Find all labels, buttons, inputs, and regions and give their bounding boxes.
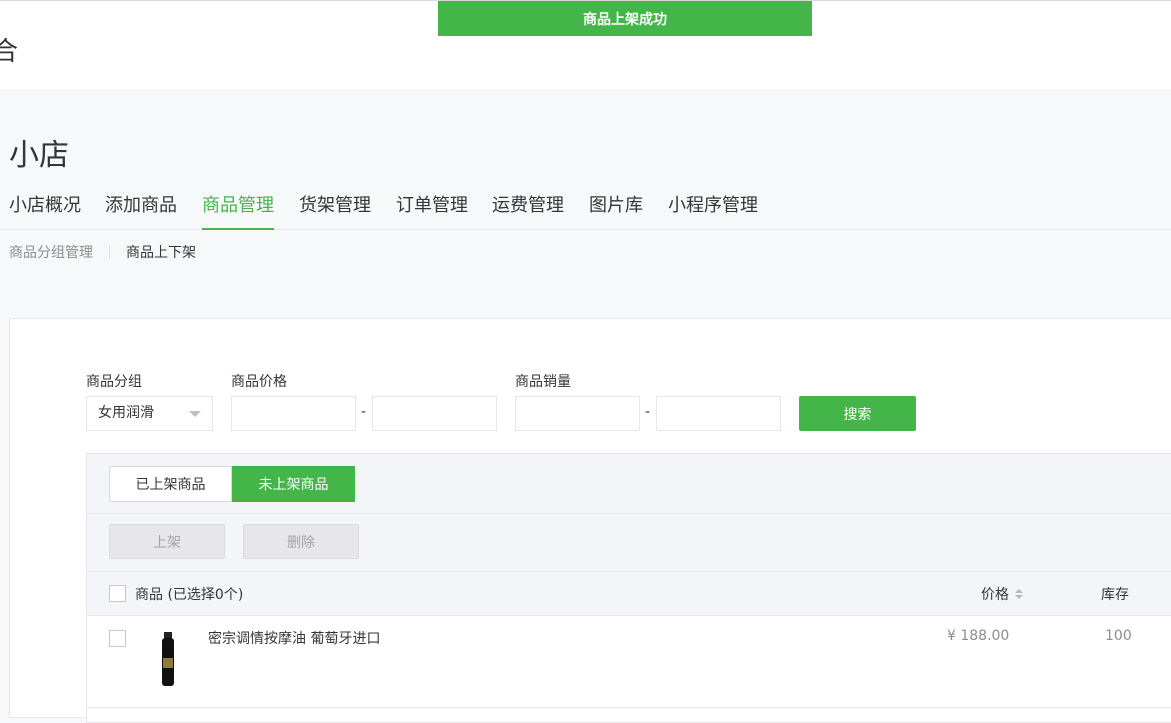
- product-thumbnail-image: [162, 632, 174, 686]
- tab-order-management[interactable]: 订单管理: [396, 190, 468, 230]
- tab-shipping-management[interactable]: 运费管理: [492, 190, 564, 230]
- tab-shelf-management[interactable]: 货架管理: [299, 190, 371, 230]
- tab-add-product[interactable]: 添加商品: [105, 190, 177, 230]
- product-price: ¥ 188.00: [947, 628, 1010, 644]
- price-max-input[interactable]: [372, 396, 497, 431]
- sales-filter-label: 商品销量: [515, 374, 571, 390]
- price-min-input[interactable]: [231, 396, 356, 431]
- list-button[interactable]: 上架: [109, 524, 225, 559]
- table-row: 密宗调情按摩油 葡萄牙进口 ¥ 188.00 100: [87, 616, 1171, 708]
- bulk-action-bar: 上架 删除: [87, 514, 1171, 572]
- page-title: 小店: [9, 138, 69, 173]
- delete-button[interactable]: 删除: [243, 524, 359, 559]
- sales-min-input[interactable]: [515, 396, 640, 431]
- group-select-value: 女用润滑: [98, 405, 154, 421]
- tab-mini-program-management[interactable]: 小程序管理: [668, 190, 758, 230]
- sales-range-separator: -: [645, 404, 651, 420]
- price-range-separator: -: [361, 404, 367, 420]
- tab-product-management[interactable]: 商品管理: [202, 190, 274, 230]
- unlisted-products-tab[interactable]: 未上架商品: [232, 466, 355, 502]
- group-select[interactable]: 女用润滑: [86, 396, 213, 431]
- subnav-divider: [109, 245, 110, 259]
- select-all-checkbox[interactable]: [109, 585, 126, 602]
- product-column-header: 商品 (已选择0个): [135, 587, 244, 603]
- product-table-area: 已上架商品 未上架商品 上架 删除 商品 (已选择0个) 价格 库存 密宗调情按…: [86, 453, 1171, 723]
- sub-nav: 商品分组管理 商品上下架: [9, 242, 196, 262]
- subnav-listing[interactable]: 商品上下架: [126, 242, 196, 262]
- tab-shop-overview[interactable]: 小店概况: [9, 190, 81, 230]
- price-filter-label: 商品价格: [231, 374, 287, 390]
- sort-icon: [1015, 589, 1023, 599]
- main-tab-bar: 小店概况 添加商品 商品管理 货架管理 订单管理 运费管理 图片库 小程序管理: [0, 190, 1171, 230]
- product-name[interactable]: 密宗调情按摩油 葡萄牙进口: [208, 628, 380, 648]
- header-fragment: 合: [0, 37, 19, 67]
- price-column-header: 价格: [981, 587, 1009, 603]
- subnav-product-groups[interactable]: 商品分组管理: [9, 242, 93, 262]
- table-header: 商品 (已选择0个) 价格 库存: [87, 572, 1171, 616]
- chevron-down-icon: [189, 411, 201, 417]
- price-sort-header[interactable]: 价格: [981, 584, 1023, 604]
- group-filter-label: 商品分组: [86, 374, 142, 390]
- success-toast: 商品上架成功: [438, 1, 812, 36]
- row-checkbox[interactable]: [109, 630, 126, 647]
- product-stock: 100: [1105, 628, 1132, 644]
- stock-column-header: 库存: [1101, 587, 1129, 603]
- sales-max-input[interactable]: [656, 396, 781, 431]
- listed-products-tab[interactable]: 已上架商品: [109, 466, 232, 502]
- tab-image-library[interactable]: 图片库: [589, 190, 643, 230]
- listing-status-bar: 已上架商品 未上架商品: [87, 454, 1171, 514]
- search-button[interactable]: 搜索: [799, 396, 916, 431]
